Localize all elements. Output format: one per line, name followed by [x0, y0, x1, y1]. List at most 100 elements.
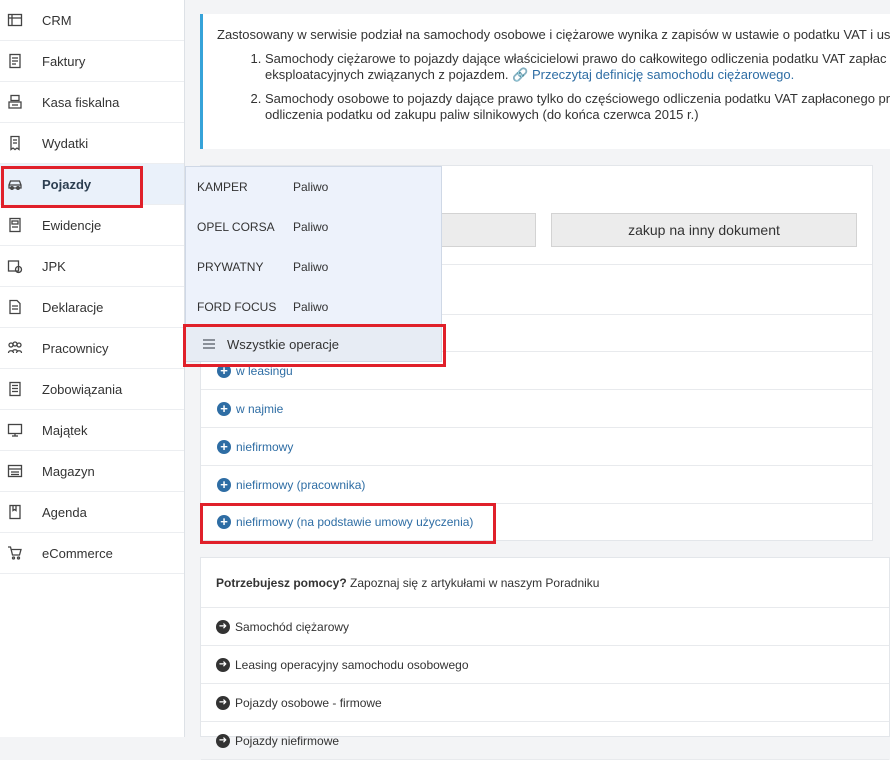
- truck-definition-link-label: Przeczytaj definicję samochodu ciężarowe…: [531, 67, 795, 82]
- other-document-button[interactable]: zakup na inny dokument: [551, 213, 857, 247]
- help-heading: Potrzebujesz pomocy? Zapoznaj się z arty…: [201, 558, 889, 608]
- assets-icon: [6, 421, 24, 439]
- arrow-right-circle-icon: ➜: [216, 657, 230, 672]
- vehicle-name: OPEL CORSA: [197, 220, 275, 234]
- sidebar-item-pojazdy[interactable]: Pojazdy: [0, 164, 184, 205]
- sidebar-item-faktury[interactable]: Faktury: [0, 41, 184, 82]
- liabilities-icon: [6, 380, 24, 398]
- vehicle-fuel-link[interactable]: Paliwo: [293, 260, 328, 274]
- link-icon: 🔗: [512, 67, 529, 82]
- declarations-icon: [6, 298, 24, 316]
- list-item-label: niefirmowy: [236, 439, 294, 454]
- sidebar-item-label: JPK: [42, 258, 66, 274]
- list-item-label: niefirmowy (na podstawie umowy użyczenia…: [236, 515, 474, 529]
- sidebar-item-agenda[interactable]: Agenda: [0, 492, 184, 533]
- main-content: Zastosowany w serwisie podział na samoch…: [186, 0, 890, 760]
- help-article-label: Pojazdy niefirmowe: [235, 733, 340, 748]
- sidebar-item-label: Kasa fiskalna: [42, 94, 120, 110]
- info-point-2-line-1: Samochody osobowe to pojazdy dające praw…: [265, 91, 890, 106]
- expenses-icon: [6, 134, 24, 152]
- list-item-niefirmowy[interactable]: + niefirmowy: [201, 427, 872, 465]
- arrow-right-circle-icon: ➜: [216, 695, 230, 710]
- vehicle-fuel-link[interactable]: Paliwo: [293, 180, 328, 194]
- list-item-niefirmowy-pracownika[interactable]: + niefirmowy (pracownika): [201, 465, 872, 503]
- sidebar-item-magazyn[interactable]: Magazyn: [0, 451, 184, 492]
- sidebar-item-wydatki[interactable]: Wydatki: [0, 123, 184, 164]
- warehouse-icon: [6, 462, 24, 480]
- help-article-label: Samochód ciężarowy: [235, 619, 350, 634]
- sidebar: CRM Faktury Kasa fiskalna Wydatki Pojazd…: [0, 0, 185, 737]
- hamburger-icon: [203, 337, 215, 351]
- sidebar-item-label: Magazyn: [42, 463, 95, 479]
- vehicle-name: FORD FOCUS: [197, 300, 277, 314]
- list-item-label: w najmie: [236, 401, 284, 416]
- help-title-rest: Zapoznaj się z artykułami w naszym Porad…: [346, 575, 600, 590]
- info-point-1: Samochody ciężarowe to pojazdy dające wł…: [265, 51, 890, 83]
- list-item-label: niefirmowy (pracownika): [236, 477, 366, 492]
- employees-icon: [6, 339, 24, 357]
- help-article-link[interactable]: ➜ Pojazdy osobowe - firmowe: [201, 684, 889, 722]
- sidebar-item-label: Deklaracje: [42, 299, 104, 315]
- info-point-2-line-2: odliczenia podatku od zakupu paliw silni…: [265, 107, 699, 122]
- sidebar-item-label: Ewidencje: [42, 217, 102, 233]
- help-article-label: Leasing operacyjny samochodu osobowego: [235, 657, 469, 672]
- list-item-label: w leasingu: [236, 363, 293, 378]
- info-point-2: Samochody osobowe to pojazdy dające praw…: [265, 91, 890, 123]
- sidebar-item-label: Zobowiązania: [42, 381, 123, 397]
- sidebar-item-label: eCommerce: [42, 545, 113, 561]
- agenda-icon: [6, 503, 24, 521]
- list-item-najem[interactable]: + w najmie: [201, 389, 872, 427]
- sidebar-item-jpk[interactable]: JPK: [0, 246, 184, 287]
- cart-icon: [6, 544, 24, 562]
- plus-circle-icon: +: [217, 439, 231, 454]
- jpk-icon: [6, 257, 24, 275]
- plus-circle-icon: +: [217, 401, 231, 416]
- list-item-niefirmowy-uzyczenie[interactable]: + niefirmowy (na podstawie umowy użyczeni…: [201, 503, 872, 540]
- plus-circle-icon: +: [217, 477, 231, 492]
- sidebar-item-pracownicy[interactable]: Pracownicy: [0, 328, 184, 369]
- flyout-vehicle-ford-focus[interactable]: FORD FOCUS Paliwo: [186, 287, 441, 327]
- sidebar-item-majatek[interactable]: Majątek: [0, 410, 184, 451]
- sidebar-item-label: Agenda: [42, 504, 87, 520]
- sidebar-item-ewidencje[interactable]: Ewidencje: [0, 205, 184, 246]
- car-icon: [6, 175, 24, 193]
- help-title-bold: Potrzebujesz pomocy?: [216, 575, 347, 590]
- sidebar-item-deklaracje[interactable]: Deklaracje: [0, 287, 184, 328]
- invoice-icon: [6, 52, 24, 70]
- plus-circle-icon: +: [217, 515, 231, 529]
- info-intro: Zastosowany w serwisie podział na samoch…: [217, 27, 890, 42]
- info-box: Zastosowany w serwisie podział na samoch…: [200, 14, 890, 149]
- vehicles-flyout-menu: KAMPER Paliwo OPEL CORSA Paliwo PRYWATNY…: [185, 166, 442, 362]
- help-article-link[interactable]: ➜ Samochód ciężarowy: [201, 608, 889, 646]
- help-article-link[interactable]: ➜ Leasing operacyjny samochodu osobowego: [201, 646, 889, 684]
- help-article-label: Pojazdy osobowe - firmowe: [235, 695, 382, 710]
- vehicle-fuel-link[interactable]: Paliwo: [293, 300, 328, 314]
- flyout-vehicle-kamper[interactable]: KAMPER Paliwo: [186, 167, 441, 207]
- crm-icon: [6, 11, 24, 29]
- vehicle-fuel-link[interactable]: Paliwo: [293, 220, 328, 234]
- sidebar-item-crm[interactable]: CRM: [0, 0, 184, 41]
- sidebar-item-label: Wydatki: [42, 135, 89, 151]
- info-list: Samochody ciężarowe to pojazdy dające wł…: [217, 51, 890, 123]
- sidebar-item-ecommerce[interactable]: eCommerce: [0, 533, 184, 574]
- flyout-vehicle-prywatny[interactable]: PRYWATNY Paliwo: [186, 247, 441, 287]
- all-operations-label: Wszystkie operacje: [227, 336, 339, 352]
- plus-circle-icon: +: [217, 363, 231, 378]
- cash-register-icon: [6, 93, 24, 111]
- vehicle-name: PRYWATNY: [197, 260, 264, 274]
- records-icon: [6, 216, 24, 234]
- sidebar-item-label: Pracownicy: [42, 340, 109, 356]
- sidebar-item-label: Pojazdy: [42, 176, 92, 192]
- sidebar-item-label: Faktury: [42, 53, 86, 69]
- all-operations-item[interactable]: Wszystkie operacje: [186, 327, 441, 361]
- info-point-1-line-2: eksploatacyjnych związanych z pojazdem.: [265, 67, 509, 82]
- info-point-1-line-1: Samochody ciężarowe to pojazdy dające wł…: [265, 51, 887, 66]
- arrow-right-circle-icon: ➜: [216, 733, 230, 748]
- vehicle-name: KAMPER: [197, 180, 248, 194]
- flyout-vehicle-opel-corsa[interactable]: OPEL CORSA Paliwo: [186, 207, 441, 247]
- sidebar-item-zobowiazania[interactable]: Zobowiązania: [0, 369, 184, 410]
- sidebar-item-label: Majątek: [42, 422, 88, 438]
- help-article-link[interactable]: ➜ Pojazdy niefirmowe: [201, 722, 889, 760]
- sidebar-item-kasa-fiskalna[interactable]: Kasa fiskalna: [0, 82, 184, 123]
- truck-definition-link[interactable]: 🔗 Przeczytaj definicję samochodu ciężaro…: [512, 67, 794, 82]
